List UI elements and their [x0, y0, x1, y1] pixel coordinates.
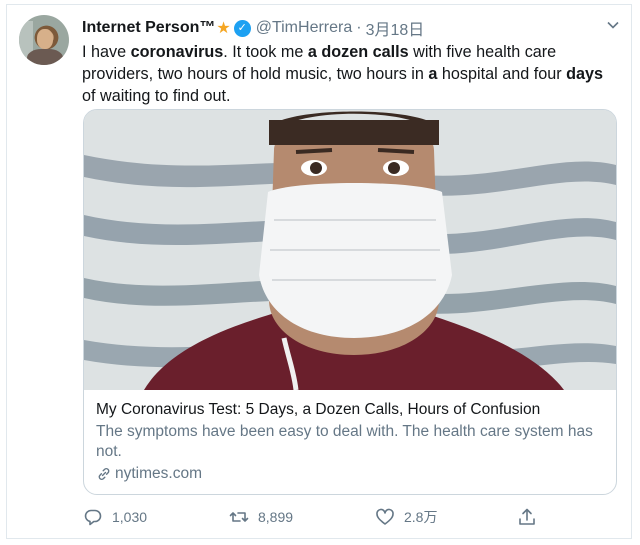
- share-button[interactable]: [517, 505, 546, 529]
- separator: ·: [356, 19, 362, 36]
- reply-button[interactable]: 1,030: [83, 505, 147, 529]
- link-card[interactable]: My Coronavirus Test: 5 Days, a Dozen Cal…: [83, 109, 617, 495]
- avatar[interactable]: [19, 15, 69, 65]
- like-count: 2.8万: [404, 509, 438, 525]
- like-icon: [376, 508, 394, 525]
- card-image[interactable]: [84, 110, 616, 390]
- retweet-icon: [229, 512, 249, 522]
- display-name[interactable]: Internet Person™: [82, 19, 215, 37]
- link-icon: [98, 468, 110, 480]
- retweet-count: 8,899: [258, 509, 294, 525]
- handle[interactable]: @TimHerrera: [256, 19, 353, 37]
- reply-icon: [84, 509, 102, 526]
- star-icon: ★: [216, 20, 231, 37]
- tweet-card: Internet Person™ ★ ✓ @TimHerrera · 3月18日…: [6, 4, 632, 539]
- chevron-down-icon[interactable]: [603, 17, 623, 37]
- tweet-actions: 1,030 8,899 2.8万: [83, 505, 543, 529]
- card-description: The symptoms have been easy to deal with…: [96, 423, 593, 460]
- like-button[interactable]: 2.8万: [375, 505, 437, 529]
- card-body: My Coronavirus Test: 5 Days, a Dozen Cal…: [96, 400, 604, 484]
- card-title[interactable]: My Coronavirus Test: 5 Days, a Dozen Cal…: [96, 400, 604, 420]
- reply-count: 1,030: [112, 509, 148, 525]
- retweet-button[interactable]: 8,899: [229, 505, 293, 529]
- share-icon: [519, 508, 535, 525]
- tweet-header: Internet Person™ ★ ✓ @TimHerrera · 3月18日: [82, 17, 602, 39]
- verified-icon: ✓: [233, 19, 251, 37]
- card-domain: nytimes.com: [96, 464, 604, 484]
- tweet-date[interactable]: 3月18日: [366, 16, 425, 40]
- tweet-text: I have coronavirus. It took me a dozen c…: [82, 43, 603, 105]
- card-domain-text[interactable]: nytimes.com: [115, 464, 202, 484]
